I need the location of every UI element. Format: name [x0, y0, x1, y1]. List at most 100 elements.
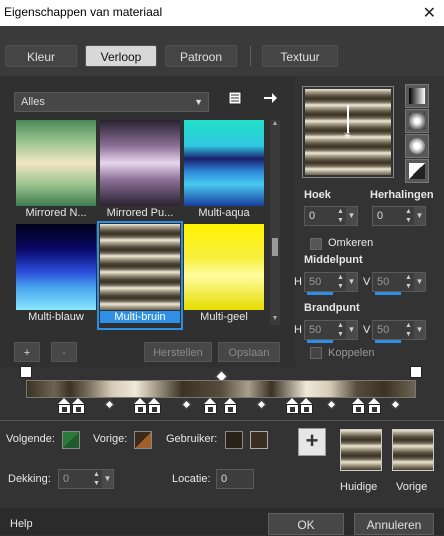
cancel-button[interactable]: Annuleren	[354, 513, 434, 535]
next-color-label: Volgende:	[6, 433, 55, 445]
arrow-right-icon[interactable]	[262, 90, 278, 106]
spin-arrows-icon[interactable]: ▲ ▼	[335, 207, 346, 225]
spin-arrows-icon[interactable]: ▲ ▼	[403, 207, 414, 225]
sunburst-style-icon[interactable]	[405, 134, 429, 158]
slider-bar[interactable]	[307, 292, 333, 295]
color-stop[interactable]	[58, 398, 71, 414]
gradient-tile[interactable]: Multi-blauw	[16, 224, 96, 327]
previous-color-swatch[interactable]	[134, 431, 152, 449]
ok-button[interactable]: OK	[268, 513, 344, 535]
radial-style-icon[interactable]	[405, 159, 429, 183]
gradient-tile-selected[interactable]: Multi-bruin	[97, 221, 183, 330]
gradient-library-icon[interactable]	[227, 90, 243, 106]
color-stop[interactable]	[352, 398, 365, 414]
repeats-field[interactable]: 0 ▲ ▼ ▼	[372, 206, 426, 226]
next-color-swatch[interactable]	[62, 431, 80, 449]
chevron-down-icon[interactable]: ▼	[346, 207, 357, 225]
focal-h-field[interactable]: 50 ▲ ▼ ▼	[304, 320, 358, 343]
color-midpoint-marker[interactable]	[256, 399, 267, 410]
chevron-down-icon[interactable]: ▼	[102, 470, 113, 488]
color-stop[interactable]	[286, 398, 299, 414]
gradient-label: Multi-blauw	[28, 311, 84, 323]
spin-arrows-icon[interactable]: ▲ ▼	[403, 273, 414, 291]
plus-icon[interactable]: +	[298, 428, 326, 456]
previous-gradient-swatch[interactable]	[392, 429, 434, 471]
center-h-label: H	[294, 276, 302, 288]
tab-textuur[interactable]: Textuur	[262, 45, 338, 67]
user-color-swatch-1[interactable]	[225, 431, 243, 449]
gradient-tile[interactable]: Mirrored Pu...	[100, 120, 180, 223]
gradient-tile[interactable]: Mirrored N...	[16, 120, 96, 223]
angle-handle[interactable]	[347, 105, 349, 133]
slider-bar[interactable]	[307, 340, 333, 343]
invert-checkbox[interactable]	[310, 238, 322, 250]
rectangular-style-icon[interactable]	[405, 109, 429, 133]
gradient-swatch	[100, 224, 180, 310]
scroll-down-icon[interactable]: ▼	[270, 315, 280, 325]
color-midpoint-marker[interactable]	[326, 399, 337, 410]
chevron-down-icon[interactable]: ▼	[414, 207, 425, 225]
gradient-tile[interactable]: Multi-geel	[184, 224, 264, 327]
location-label: Locatie:	[172, 473, 211, 485]
spin-arrows-icon[interactable]: ▲ ▼	[403, 321, 414, 339]
link-checkbox[interactable]	[310, 347, 322, 359]
color-stop[interactable]	[148, 398, 161, 414]
chevron-down-icon[interactable]: ▼	[346, 321, 357, 339]
close-icon[interactable]: ✕	[423, 3, 436, 23]
gradient-swatch	[184, 120, 264, 206]
focal-h-value: 50	[309, 324, 322, 336]
opacity-stop-left[interactable]	[20, 366, 32, 378]
tab-patroon[interactable]: Patroon	[165, 45, 237, 67]
opacity-stop-right[interactable]	[410, 366, 422, 378]
help-link[interactable]: Help	[10, 518, 33, 530]
color-stop[interactable]	[224, 398, 237, 414]
slider-bar[interactable]	[375, 340, 401, 343]
invert-label: Omkeren	[328, 237, 374, 249]
tab-verloop[interactable]: Verloop	[85, 45, 157, 67]
category-select[interactable]: Alles ▼	[14, 92, 209, 112]
chevron-down-icon[interactable]: ▼	[414, 321, 425, 339]
scroll-up-icon[interactable]: ▲	[270, 120, 280, 130]
color-stop[interactable]	[368, 398, 381, 414]
spin-arrows-icon[interactable]: ▲ ▼	[91, 470, 102, 488]
chevron-down-icon[interactable]: ▼	[346, 273, 357, 291]
linear-style-icon[interactable]	[405, 84, 429, 108]
tab-kleur[interactable]: Kleur	[5, 45, 77, 67]
tab-separator	[250, 46, 251, 66]
opacity-field[interactable]: 0 ▲ ▼ ▼	[58, 469, 114, 489]
remove-gradient-button[interactable]: -	[51, 342, 77, 362]
category-value: Alles	[21, 96, 45, 108]
scrollbar-thumb[interactable]	[272, 238, 278, 256]
gradient-tile[interactable]: Multi-aqua	[184, 120, 264, 223]
gradient-bar[interactable]	[26, 380, 416, 398]
chevron-down-icon[interactable]: ▼	[414, 273, 425, 291]
color-stop[interactable]	[204, 398, 217, 414]
color-midpoint-marker[interactable]	[181, 399, 192, 410]
location-field[interactable]: 0	[216, 469, 254, 489]
spin-arrows-icon[interactable]: ▲ ▼	[335, 321, 346, 339]
gradient-preview[interactable]: ✳	[302, 86, 394, 178]
opacity-value: 0	[63, 473, 70, 485]
focal-v-field[interactable]: 50 ▲ ▼ ▼	[372, 320, 426, 343]
center-h-field[interactable]: 50 ▲ ▼ ▼	[304, 272, 358, 295]
repeats-value: 0	[377, 210, 384, 222]
center-h-value: 50	[309, 276, 322, 288]
center-v-field[interactable]: 50 ▲ ▼ ▼	[372, 272, 426, 295]
focal-v-label: V	[363, 324, 371, 336]
scrollbar[interactable]: ▲ ▼	[270, 120, 280, 325]
color-midpoint-marker[interactable]	[104, 399, 115, 410]
color-stop[interactable]	[134, 398, 147, 414]
center-point-icon[interactable]: ✳	[343, 131, 351, 142]
color-stop[interactable]	[300, 398, 313, 414]
spin-arrows-icon[interactable]: ▲ ▼	[335, 273, 346, 291]
user-color-swatch-2[interactable]	[250, 431, 268, 449]
add-gradient-button[interactable]: +	[14, 342, 40, 362]
gradient-label: Mirrored Pu...	[106, 207, 174, 219]
color-midpoint-marker[interactable]	[390, 399, 401, 410]
slider-bar[interactable]	[375, 292, 401, 295]
color-stop[interactable]	[72, 398, 85, 414]
save-gradient-button[interactable]: Opslaan	[218, 342, 280, 362]
reset-button[interactable]: Herstellen	[144, 342, 212, 362]
angle-field[interactable]: 0 ▲ ▼ ▼	[304, 206, 358, 226]
current-gradient-swatch[interactable]	[340, 429, 382, 471]
